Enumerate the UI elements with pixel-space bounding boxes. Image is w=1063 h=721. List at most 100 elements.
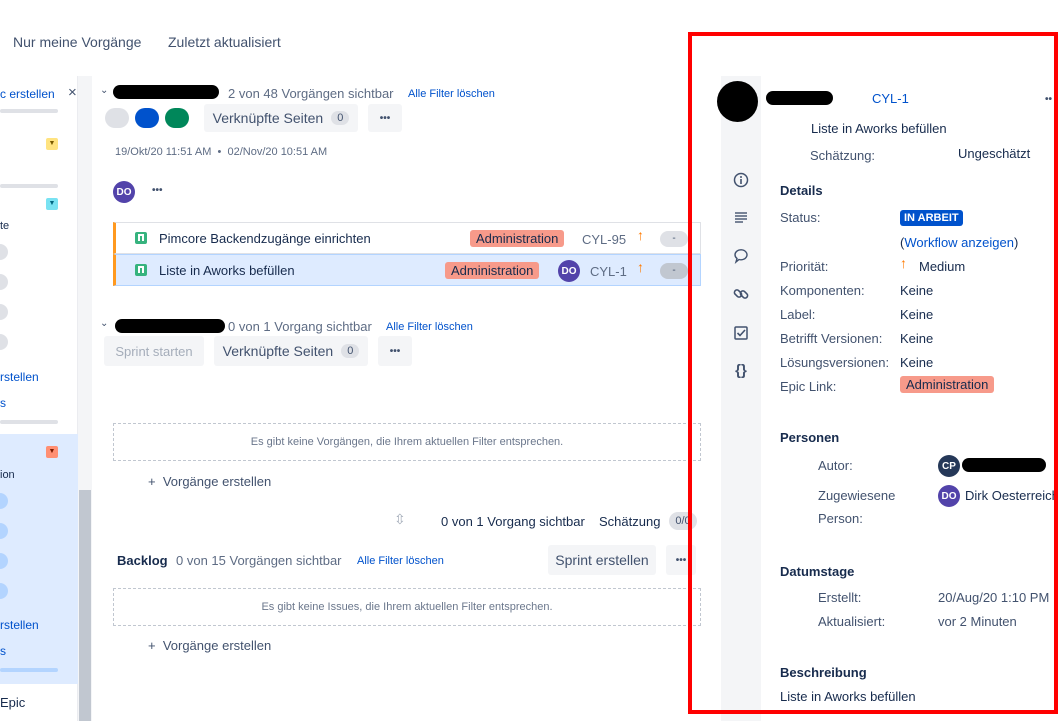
epic-expand-icon[interactable]: ▼ xyxy=(46,198,58,210)
comment-icon[interactable] xyxy=(733,248,749,264)
workflow-paren-close: ) xyxy=(1013,235,1019,250)
issue-key[interactable]: CYL-95 xyxy=(582,232,626,247)
sprint-footer-estimate-value: 0/0 xyxy=(669,512,697,530)
sprint-more-button[interactable]: ••• xyxy=(368,104,402,132)
scrollbar-thumb[interactable] xyxy=(79,490,91,721)
detail-issue-key[interactable]: CYL-1 xyxy=(872,91,909,106)
linked-pages-label: Verknüpfte Seiten xyxy=(222,343,334,359)
epic-link-lozenge[interactable]: Administration xyxy=(900,376,995,393)
components-label: Komponenten: xyxy=(780,283,865,298)
linked-pages-count: 0 xyxy=(341,344,360,358)
sidebar-divider xyxy=(0,109,58,113)
sidebar-dot xyxy=(0,244,8,260)
redacted-author-name xyxy=(962,458,1046,472)
more-icon[interactable]: ••• xyxy=(152,185,163,196)
epic-expand-icon[interactable]: ▼ xyxy=(46,446,58,458)
backlog-title: Backlog xyxy=(117,553,168,568)
status-dot-progress xyxy=(135,108,159,128)
updated-label: Aktualisiert: xyxy=(818,614,886,629)
redacted-sprint-name xyxy=(115,319,225,333)
empty-sprint-message: Es gibt keine Vorgängen, die Ihrem aktue… xyxy=(113,423,701,461)
checklist-icon[interactable] xyxy=(733,325,749,341)
epic-expand-icon[interactable]: ▼ xyxy=(46,138,58,150)
components-value[interactable]: Keine xyxy=(900,283,933,298)
info-icon[interactable] xyxy=(733,172,749,188)
label-value[interactable]: Keine xyxy=(900,307,933,322)
sidebar-link[interactable]: s xyxy=(0,396,6,410)
created-value: 20/Aug/20 1:10 PM xyxy=(938,590,1050,605)
sprint-dates: 19/Okt/20 11:51 AM • 02/Nov/20 10:51 AM xyxy=(115,146,328,158)
linked-pages-button[interactable]: Verknüpfte Seiten 0 xyxy=(214,336,368,366)
fix-versions-value[interactable]: Keine xyxy=(900,355,933,370)
sidebar-create-link[interactable]: rstellen xyxy=(0,370,39,384)
detail-summary[interactable]: Liste in Aworks befüllen xyxy=(811,121,947,136)
sprint-footer-estimate-label: Schätzung xyxy=(599,514,661,529)
sprint-more-button[interactable]: ••• xyxy=(378,336,412,366)
description-title: Beschreibung xyxy=(780,665,867,680)
chevron-down-icon[interactable]: ⌄ xyxy=(100,318,108,329)
assignee-name[interactable]: Dirk Oesterreich xyxy=(965,488,1061,503)
backlog-visible-count: 0 von 15 Vorgängen sichtbar xyxy=(176,553,342,568)
epic-link-label: Epic Link: xyxy=(780,379,837,394)
story-icon xyxy=(135,232,147,244)
clear-filters-link[interactable]: Alle Filter löschen xyxy=(386,321,473,333)
drag-handle-icon[interactable]: ⇳ xyxy=(394,511,406,528)
priority-label: Priorität: xyxy=(780,259,829,274)
issue-key[interactable]: CYL-1 xyxy=(590,264,627,279)
link-icon[interactable] xyxy=(733,286,749,302)
create-issue-link[interactable]: + Vorgänge erstellen xyxy=(148,474,271,489)
updated-value: vor 2 Minuten xyxy=(938,614,1017,629)
sprint-visible-count: 0 von 1 Vorgang sichtbar xyxy=(228,319,372,334)
code-braces-icon[interactable]: {} xyxy=(733,362,749,379)
sprint-footer-visible: 0 von 1 Vorgang sichtbar xyxy=(441,514,585,529)
priority-medium-icon: ↑ xyxy=(900,255,907,271)
created-label: Erstellt: xyxy=(818,590,862,605)
sidebar-create-epic-link[interactable]: c erstellen xyxy=(0,87,55,101)
estimate-label: Schätzung: xyxy=(810,148,876,163)
sidebar-create-link[interactable]: rstellen xyxy=(0,618,39,632)
sidebar-divider xyxy=(0,184,58,188)
close-icon[interactable]: × xyxy=(68,84,77,101)
workflow-link[interactable]: Workflow anzeigen xyxy=(904,235,1014,250)
story-icon xyxy=(135,264,147,276)
empty-backlog-message: Es gibt keine Issues, die Ihrem aktuelle… xyxy=(113,588,701,626)
issue-row[interactable]: Pimcore Backendzugänge einrichten Admini… xyxy=(113,222,701,254)
assignee-filter-avatar[interactable]: DO xyxy=(113,181,135,203)
affects-versions-value[interactable]: Keine xyxy=(900,331,933,346)
status-label: Status: xyxy=(780,210,821,225)
epic-lozenge: Administration xyxy=(445,262,540,279)
sidebar-link[interactable]: s xyxy=(0,644,6,658)
clear-filters-link[interactable]: Alle Filter löschen xyxy=(357,555,444,567)
linked-pages-label: Verknüpfte Seiten xyxy=(212,110,324,126)
chevron-down-icon[interactable]: ⌄ xyxy=(100,85,108,96)
filter-my-issues[interactable]: Nur meine Vorgänge xyxy=(13,34,141,50)
priority-value[interactable]: Medium xyxy=(919,259,965,274)
author-avatar: CP xyxy=(938,455,960,477)
detail-more-icon[interactable]: •• xyxy=(1045,94,1052,105)
assignee-label: Zugewiesene xyxy=(818,488,896,503)
author-label: Autor: xyxy=(818,458,853,473)
issue-row-selected[interactable]: Liste in Aworks befüllen Administration … xyxy=(113,254,701,286)
create-issue-link[interactable]: + Vorgänge erstellen xyxy=(148,638,271,653)
sidebar-epic-footer[interactable]: Epic xyxy=(0,695,25,710)
issue-summary: Liste in Aworks befüllen xyxy=(159,263,295,278)
description-value[interactable]: Liste in Aworks befüllen xyxy=(780,689,916,704)
start-sprint-button[interactable]: Sprint starten xyxy=(104,336,204,366)
assignee-avatar: DO xyxy=(558,260,580,282)
clear-filters-link[interactable]: Alle Filter löschen xyxy=(408,88,495,100)
status-dot-done xyxy=(165,108,189,128)
issue-summary: Pimcore Backendzugänge einrichten xyxy=(159,231,371,246)
estimate-badge: - xyxy=(660,231,688,247)
sidebar-epic-label: ion xyxy=(0,469,15,481)
priority-medium-icon: ↑ xyxy=(637,227,644,243)
linked-pages-button[interactable]: Verknüpfte Seiten 0 xyxy=(204,104,358,132)
details-title: Details xyxy=(780,183,823,198)
backlog-more-button[interactable]: ••• xyxy=(666,545,696,575)
sidebar-epic-label: te xyxy=(0,220,10,232)
create-sprint-button[interactable]: Sprint erstellen xyxy=(548,545,656,575)
status-lozenge[interactable]: IN ARBEIT xyxy=(900,210,963,226)
people-title: Personen xyxy=(780,430,840,445)
description-icon[interactable] xyxy=(733,210,749,226)
filter-recently-updated[interactable]: Zuletzt aktualisiert xyxy=(168,34,281,50)
estimate-value[interactable]: Ungeschätzt xyxy=(958,146,1030,161)
